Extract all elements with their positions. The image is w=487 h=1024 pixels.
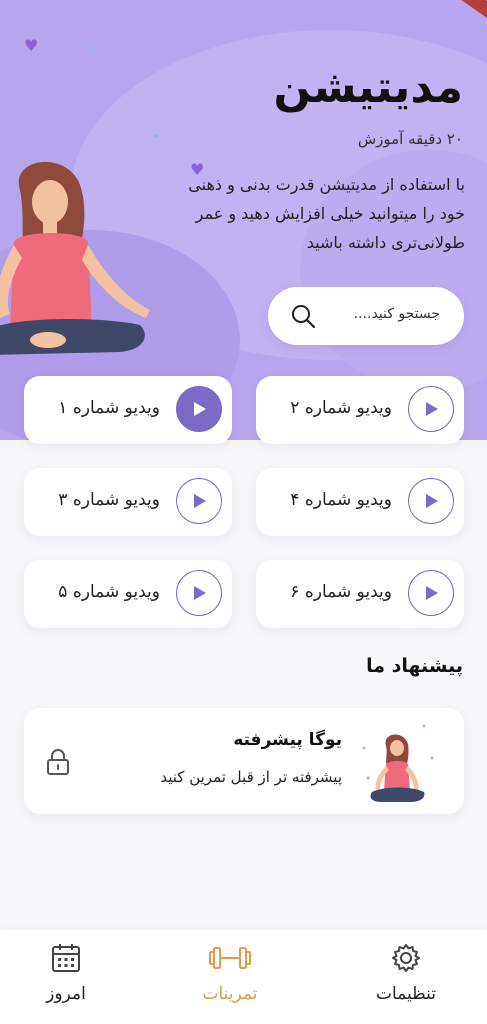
- video-card-label: ویدیو شماره ۶: [290, 582, 392, 602]
- page-description: با استفاده از مدیتیشن قدرت بدنی و ذهنی خ…: [188, 175, 465, 252]
- nav-label: تمرینات: [202, 984, 258, 1004]
- calendar-icon: [52, 944, 80, 972]
- play-button[interactable]: [408, 478, 454, 524]
- bottom-navigation: تنظیمات تمرینات امروز: [0, 930, 487, 1024]
- video-card-1[interactable]: ویدیو شماره ۱: [24, 376, 232, 444]
- play-icon: [194, 494, 206, 508]
- video-card-label: ویدیو شماره ۳: [58, 490, 160, 510]
- video-card-6[interactable]: ویدیو شماره ۶: [256, 560, 464, 628]
- play-icon: [194, 402, 206, 416]
- lock-icon: [47, 749, 69, 775]
- play-button[interactable]: [176, 570, 222, 616]
- hero-banner: ♥ ♥ مدیتیشن ۲۰ دقیقه آموزش با استفاده از…: [0, 0, 487, 440]
- video-card-label: ویدیو شماره ۴: [290, 490, 392, 510]
- play-icon: [426, 586, 438, 600]
- nav-item-exercises[interactable]: تمرینات: [170, 930, 290, 1024]
- play-button[interactable]: [176, 478, 222, 524]
- recommend-card[interactable]: یوگا پیشرفته پیشرفته تر از قبل تمرین کنی…: [24, 708, 464, 814]
- video-card-5[interactable]: ویدیو شماره ۵: [24, 560, 232, 628]
- meditating-woman-illustration: [0, 161, 150, 355]
- play-button[interactable]: [408, 570, 454, 616]
- play-button[interactable]: [408, 386, 454, 432]
- search-field[interactable]: جستجو کنید....: [268, 287, 464, 345]
- play-icon: [194, 586, 206, 600]
- search-input[interactable]: جستجو کنید....: [354, 306, 440, 322]
- play-icon: [426, 494, 438, 508]
- video-card-label: ویدیو شماره ۱: [58, 398, 160, 418]
- gear-icon: [392, 944, 420, 972]
- search-icon[interactable]: [290, 303, 316, 329]
- yoga-thumbnail-illustration: [362, 724, 434, 802]
- video-card-4[interactable]: ویدیو شماره ۴: [256, 468, 464, 536]
- nav-item-today[interactable]: امروز: [6, 930, 126, 1024]
- nav-label: تنظیمات: [376, 984, 436, 1004]
- video-card-label: ویدیو شماره ۵: [58, 582, 160, 602]
- video-card-2[interactable]: ویدیو شماره ۲: [256, 376, 464, 444]
- play-icon: [426, 402, 438, 416]
- play-button[interactable]: [176, 386, 222, 432]
- dumbbell-icon: [209, 947, 251, 969]
- recommend-card-title: یوگا پیشرفته: [233, 730, 342, 750]
- video-card-3[interactable]: ویدیو شماره ۳: [24, 468, 232, 536]
- sparkle-dot: [154, 134, 158, 138]
- page-subtitle: ۲۰ دقیقه آموزش: [357, 130, 463, 148]
- video-card-label: ویدیو شماره ۲: [290, 398, 392, 418]
- sparkle-dot: [89, 46, 93, 50]
- heart-decoration-icon: ♥: [24, 36, 39, 55]
- recommend-card-subtitle: پیشرفته تر از قبل تمرین کنید: [160, 768, 342, 786]
- nav-label: امروز: [46, 984, 86, 1004]
- debug-ribbon: [454, 0, 487, 19]
- recommend-section-title: پیشنهاد ما: [366, 655, 463, 677]
- nav-item-settings[interactable]: تنظیمات: [346, 930, 466, 1024]
- page-title: مدیتیشن: [273, 62, 463, 113]
